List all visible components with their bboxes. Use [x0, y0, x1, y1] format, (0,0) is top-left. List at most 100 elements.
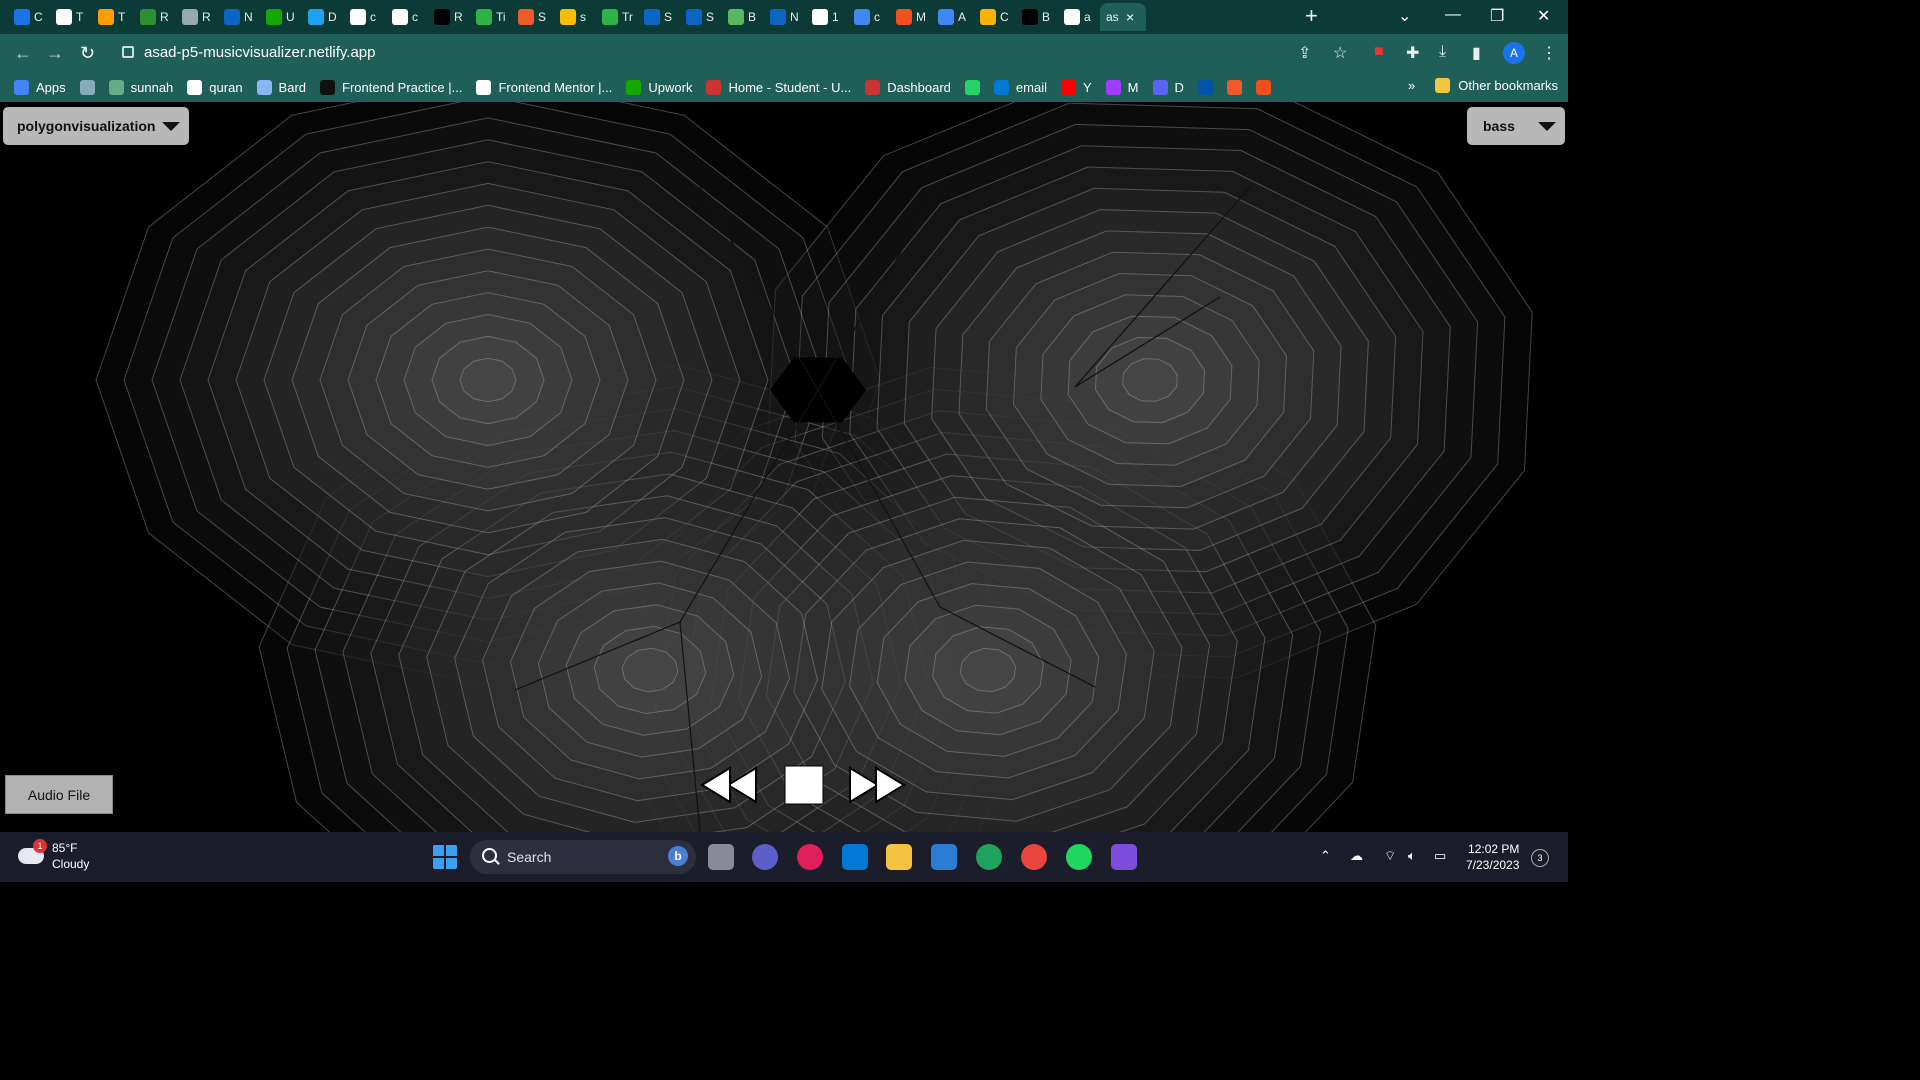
bookmark-item[interactable]	[1226, 79, 1242, 95]
tab[interactable]: Ti	[470, 3, 512, 31]
system-clock[interactable]: 12:02 PM 7/23/2023	[1466, 841, 1519, 873]
discord-icon	[1152, 79, 1168, 95]
bookmark-item[interactable]: D	[1152, 79, 1184, 95]
chevron-up-icon[interactable]: ⌃	[1320, 848, 1331, 864]
weather-widget[interactable]: 1 85°F Cloudy	[18, 839, 89, 872]
taskbar-search[interactable]: Search b	[470, 840, 696, 874]
windows-start-icon[interactable]	[432, 844, 458, 870]
tab[interactable]: N	[218, 3, 260, 31]
tab-label: R	[160, 10, 169, 24]
tab[interactable]: D	[302, 3, 344, 31]
menu-icon[interactable]: ⋮	[1541, 43, 1557, 63]
r-icon	[434, 9, 450, 25]
spotify-icon[interactable]	[1066, 844, 1092, 870]
forward-icon[interactable]: →	[46, 43, 64, 64]
band-select[interactable]: bass	[1467, 107, 1565, 145]
back-icon[interactable]: ←	[14, 43, 32, 64]
url-text[interactable]: asad-p5-musicvisualizer.netlify.app	[144, 44, 376, 61]
bookmark-item[interactable]	[964, 79, 980, 95]
openai-icon	[182, 9, 198, 25]
bookmark-item[interactable]: sunnah	[108, 79, 173, 95]
tab[interactable]: c	[386, 3, 428, 31]
side-panel-icon[interactable]: ▮	[1472, 43, 1481, 63]
tab[interactable]: s	[554, 3, 596, 31]
tab[interactable]: S	[680, 3, 722, 31]
bookmark-item[interactable]: Bard	[256, 79, 306, 95]
bookmark-item[interactable]: Home - Student - U...	[706, 79, 851, 95]
bookmark-item[interactable]: M	[1105, 79, 1139, 95]
wifi-icon[interactable]: ⌔	[1384, 848, 1396, 864]
tab[interactable]: B	[1016, 3, 1058, 31]
bookmark-item[interactable]: Frontend Mentor |...	[476, 79, 612, 95]
extension-icon[interactable]: ■	[1374, 43, 1384, 61]
extensions-puzzle-icon[interactable]: ✚	[1406, 43, 1419, 63]
bookmark-item[interactable]	[79, 79, 95, 95]
tab[interactable]: N	[764, 3, 806, 31]
new-tab-button[interactable]: +	[1305, 5, 1318, 27]
bookmark-item[interactable]: Dashboard	[865, 79, 951, 95]
bookmark-item[interactable]	[1197, 79, 1213, 95]
restore-icon[interactable]: ❐	[1490, 6, 1504, 26]
profile-avatar[interactable]: A	[1503, 42, 1525, 64]
onedrive-icon[interactable]: ☁	[1350, 848, 1363, 864]
bing-icon[interactable]: b	[668, 846, 688, 866]
tab[interactable]: U	[260, 3, 302, 31]
tab[interactable]: a	[1058, 3, 1100, 31]
rewind-icon[interactable]	[700, 765, 758, 805]
tab-active[interactable]: as ×	[1100, 3, 1146, 31]
tab-search-icon[interactable]: ⌄	[1398, 6, 1411, 26]
file-explorer-icon[interactable]	[886, 844, 912, 870]
tab[interactable]: S	[512, 3, 554, 31]
tab[interactable]: T	[92, 3, 134, 31]
fast-forward-icon[interactable]	[848, 765, 906, 805]
reload-icon[interactable]: ↻	[80, 43, 95, 64]
vscode-icon[interactable]	[842, 844, 868, 870]
tab[interactable]: S	[638, 3, 680, 31]
tab[interactable]: c	[344, 3, 386, 31]
address-bar[interactable]: asad-p5-musicvisualizer.netlify.app	[110, 38, 1360, 68]
tab[interactable]: B	[722, 3, 764, 31]
tab[interactable]: R	[134, 3, 176, 31]
volume-icon[interactable]: 🔈︎	[1408, 848, 1416, 864]
tab[interactable]: Tr	[596, 3, 638, 31]
stop-icon[interactable]	[784, 765, 824, 805]
tab[interactable]: c	[848, 3, 890, 31]
tab[interactable]: R	[176, 3, 218, 31]
battery-icon[interactable]: ▭	[1434, 848, 1446, 864]
bookmark-item[interactable]: Frontend Practice |...	[320, 79, 463, 95]
visualization-select[interactable]: polygonvisualization	[3, 107, 189, 145]
notification-badge[interactable]: 3	[1531, 849, 1549, 867]
tab[interactable]: M	[890, 3, 932, 31]
bookmark-star-icon[interactable]: ☆	[1333, 43, 1347, 63]
tab[interactable]: A	[932, 3, 974, 31]
bookmark-item[interactable]: Upwork	[626, 79, 692, 95]
bookmark-label: Frontend Practice |...	[342, 79, 463, 95]
tab[interactable]: T	[50, 3, 92, 31]
chrome-icon[interactable]	[1021, 844, 1047, 870]
bookmark-item[interactable]: Apps	[14, 79, 66, 95]
bookmarks-overflow-button[interactable]: »	[1408, 78, 1415, 93]
bookmark-item[interactable]: Y	[1060, 79, 1092, 95]
audio-file-button[interactable]: Audio File	[5, 775, 113, 814]
tab[interactable]: C	[974, 3, 1016, 31]
weather-temperature: 85°F	[52, 841, 78, 855]
visual-studio-icon[interactable]	[1111, 844, 1137, 870]
bookmark-item[interactable]: email	[993, 79, 1047, 95]
tab[interactable]: C	[8, 3, 50, 31]
mail-icon[interactable]	[931, 844, 957, 870]
tab[interactable]: 1	[806, 3, 848, 31]
other-bookmarks[interactable]: Other bookmarks	[1435, 78, 1558, 93]
edge-icon[interactable]	[976, 844, 1002, 870]
download-icon[interactable]: ⤓	[1439, 43, 1446, 61]
share-icon[interactable]: ⇪	[1298, 43, 1311, 63]
bookmark-item[interactable]	[1255, 79, 1271, 95]
bookmark-item[interactable]: quran	[187, 79, 243, 95]
b-icon	[1022, 9, 1038, 25]
close-window-icon[interactable]: ✕	[1537, 6, 1550, 26]
slack-icon[interactable]	[797, 844, 823, 870]
tab[interactable]: R	[428, 3, 470, 31]
task-view-icon[interactable]	[708, 844, 734, 870]
teams-icon[interactable]	[752, 844, 778, 870]
close-tab-icon[interactable]: ×	[1126, 9, 1134, 25]
minimize-icon[interactable]: —	[1445, 6, 1461, 24]
